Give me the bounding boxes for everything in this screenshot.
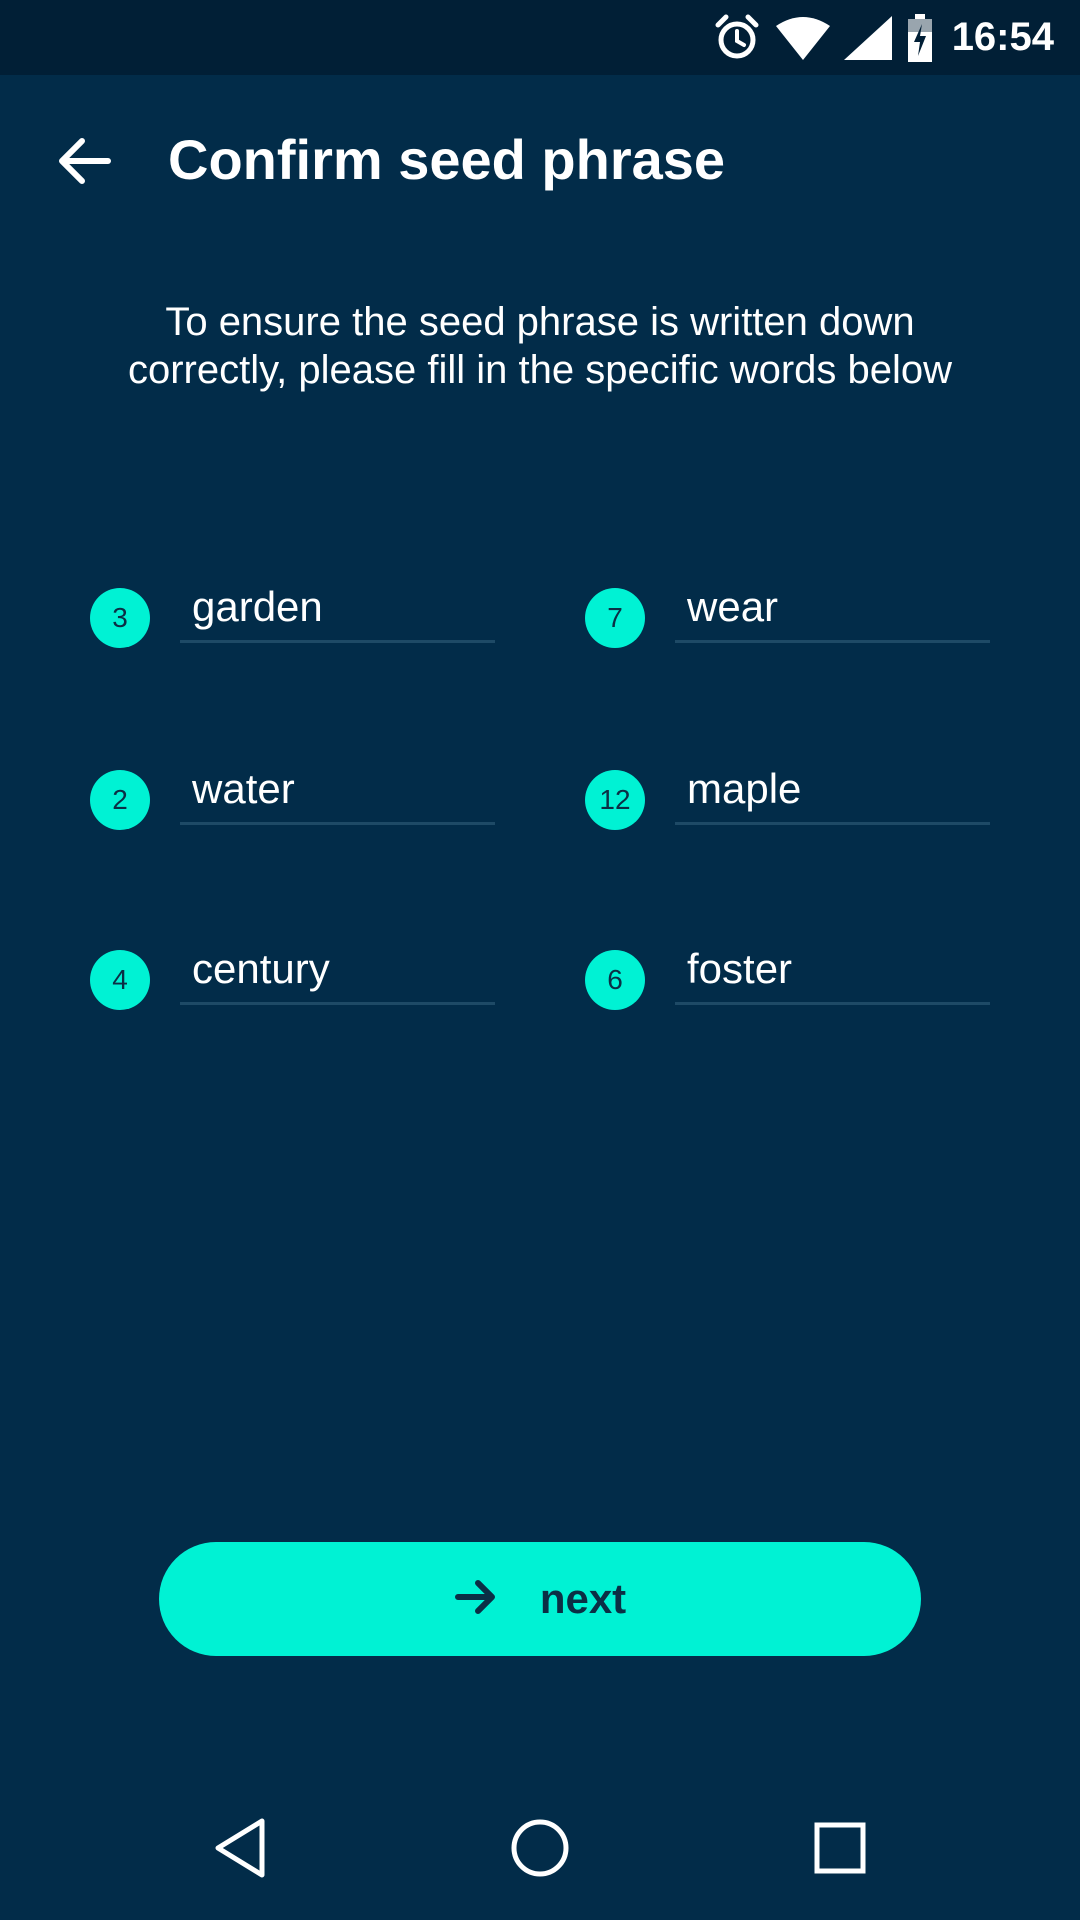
word-item: 4 [90,935,510,1015]
word-row: 4 6 [0,935,1080,1015]
word-index-badge: 12 [585,770,645,830]
signal-icon [843,15,892,60]
arrow-left-icon [56,136,112,191]
nav-back-button[interactable] [190,1805,290,1895]
page-title: Confirm seed phrase [168,128,726,191]
nav-home-button[interactable] [490,1805,590,1895]
word-index-badge: 7 [585,588,645,648]
home-circle-icon [509,1817,571,1884]
next-button-label: next [539,1575,627,1622]
status-time: 16:54 [951,15,1054,59]
word-item: 2 [90,755,510,835]
word-input[interactable] [675,573,990,643]
word-index-badge: 6 [585,950,645,1010]
alarm-icon [712,13,762,63]
arrow-right-icon [454,1579,498,1620]
confirm-seed-phrase-screen: 16:54 Confirm seed phrase To ensure the … [0,0,1080,1920]
word-input[interactable] [180,573,495,643]
word-index-badge: 3 [90,588,150,648]
app-bar: Confirm seed phrase [0,75,1080,245]
word-index-badge: 2 [90,770,150,830]
battery-charging-icon [906,13,934,62]
word-item: 3 [90,573,510,653]
back-button[interactable] [44,123,124,203]
word-input[interactable] [675,755,990,825]
status-bar: 16:54 [0,0,1080,75]
word-input[interactable] [180,755,495,825]
nav-recents-button[interactable] [790,1805,890,1895]
recents-square-icon [813,1821,867,1880]
word-index-badge: 4 [90,950,150,1010]
next-button[interactable]: next [159,1542,921,1656]
navigation-bar [0,1775,1080,1920]
word-input[interactable] [675,935,990,1005]
instructions-text: To ensure the seed phrase is written dow… [127,300,953,392]
wifi-icon [775,16,830,60]
word-row: 3 7 [0,573,1080,653]
word-item: 12 [585,755,1005,835]
word-item: 6 [585,935,1005,1015]
word-row: 2 12 [0,755,1080,835]
back-triangle-icon [212,1817,268,1884]
word-input[interactable] [180,935,495,1005]
word-item: 7 [585,573,1005,653]
